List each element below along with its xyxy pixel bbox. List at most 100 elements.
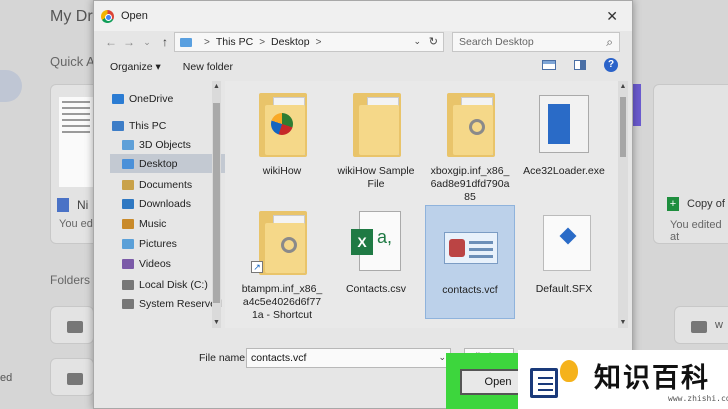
file-item[interactable]: wikiHow [237,87,327,201]
contact-card-icon [426,210,514,280]
file-item-label: Contacts.csv [345,283,407,295]
scrollbar-thumb[interactable] [620,97,626,157]
watermark-text: 知识百科 [594,363,710,394]
quick-access-heading: Quick A [50,54,95,69]
file-name-input[interactable]: contacts.vcf ⌄ [246,348,451,368]
folder-icon [331,91,421,161]
sidebar-item-label: Downloads [139,197,191,210]
change-view-icon[interactable] [542,60,556,70]
sidebar-item-pictures[interactable]: Pictures [110,234,226,253]
breadcrumb-separator: > [259,36,266,48]
sidebar-item-this-pc[interactable]: This PC [110,116,226,135]
file-list: wikiHow wikiHow Sample File xboxgip.inf_x8… [225,81,621,328]
organize-menu[interactable]: Organize ▾ [110,61,161,73]
scrollbar-thumb[interactable] [213,103,220,303]
folder-tile[interactable] [50,358,94,396]
recent-locations-icon[interactable]: ⌄ [138,37,156,48]
file-item-label: wikiHow [262,165,302,177]
watermark: 知识百科 www.zhishi.com [518,350,728,409]
sidebar-item-label: Pictures [139,237,177,250]
new-folder-button[interactable]: New folder [183,61,233,73]
breadcrumb-this-pc[interactable]: This PC [216,36,253,48]
gear-icon [281,237,297,253]
sidebar-item-downloads[interactable]: Downloads [110,194,226,213]
sidebar-item-desktop[interactable]: Desktop [110,154,226,173]
file-item[interactable]: Ace32Loader.exe [519,87,609,201]
book-icon [530,368,558,398]
cloud-icon [112,93,124,104]
file-item-label: contacts.vcf [442,284,498,296]
shortcut-arrow-icon: ↗ [251,261,263,273]
videos-folder-icon [122,258,134,269]
sidebar-item-label: System Reserved [139,297,222,310]
sidebar-item-onedrive[interactable]: OneDrive [110,89,226,108]
chevron-down-icon[interactable]: ⌄ [413,36,421,47]
sidebar-item-label: This PC [129,119,167,132]
card-right-meta: You edited at [670,219,722,243]
file-item[interactable]: ↗ btampm.inf_x86_a4c5e4026d6f771a - Short… [237,205,327,321]
sidebar-item-label: Videos [139,257,171,270]
dialog-titlebar: Open ✕ [94,1,632,31]
breadcrumb-separator: > [204,36,210,48]
wikihow-logo-icon [271,113,293,135]
file-item[interactable]: wikiHow Sample File [331,87,421,201]
scroll-up-icon[interactable]: ▲ [618,83,628,90]
disk-icon [122,298,134,309]
file-item[interactable]: Xa, Contacts.csv [331,205,421,319]
file-list-scrollbar[interactable]: ▲ ▼ [618,81,628,328]
sidebar-item-local-disk-c[interactable]: Local Disk (C:) [110,275,226,294]
help-icon[interactable]: ? [604,58,618,72]
sidebar-item-documents[interactable]: Documents [110,175,226,194]
file-item[interactable]: Default.SFX [519,205,609,319]
breadcrumb-desktop[interactable]: Desktop [271,36,310,48]
scroll-up-icon[interactable]: ▲ [212,83,221,90]
folder-tile[interactable]: w [674,306,728,344]
sidebar-item-label: OneDrive [129,92,174,105]
preview-pane-icon[interactable] [574,60,586,70]
folder-icon [237,91,327,161]
card-right-title: + Copy of [667,197,725,211]
chevron-down-icon[interactable]: ⌄ [438,352,446,363]
chrome-icon [101,9,114,23]
sidebar-item-label: Documents [139,178,193,191]
sidebar-item-label: Local Disk (C:) [139,278,208,291]
gear-icon [469,119,485,135]
back-arrow-icon[interactable]: ← [102,35,120,49]
sidebar-item-3d-objects[interactable]: 3D Objects [110,135,226,154]
sidebar-item-system-reserved[interactable]: System Reserved [110,294,226,313]
folders-heading: Folders [50,273,91,287]
navigation-pane-scrollbar[interactable]: ▲ ▼ [212,81,221,328]
excel-csv-icon: Xa, [331,209,421,279]
file-item-label: btampm.inf_x86_a4c5e4026d6f771a - Shortc… [241,283,323,321]
new-button-partial [0,70,22,102]
scroll-down-icon[interactable]: ▼ [618,319,628,326]
doc-thumbnail [59,97,93,187]
folder-label-partial: w [715,319,723,331]
navigation-pane: OneDrive This PC 3D Objects Desktop Document… [110,81,226,328]
up-arrow-icon[interactable]: ↑ [156,35,174,49]
address-bar[interactable]: > This PC > Desktop > ⌄ ↻ [174,32,444,52]
file-item-label: Default.SFX [535,283,593,295]
close-button[interactable]: ✕ [606,8,618,25]
file-item[interactable]: contacts.vcf [425,205,515,319]
refresh-icon[interactable]: ↻ [429,35,438,48]
file-item-label: Ace32Loader.exe [523,165,605,177]
sidebar-item-label: Music [139,217,167,230]
scroll-down-icon[interactable]: ▼ [212,319,221,326]
folder-label-partial: ed [0,372,13,384]
shared-folder-icon [67,321,83,333]
file-item-label: wikiHow Sample File [337,165,415,190]
search-input[interactable]: Search Desktop ⌕ [452,32,620,52]
lightbulb-icon [560,360,578,382]
folder-icon [180,37,192,47]
downloads-folder-icon [122,198,134,209]
google-sheets-icon: + [667,197,679,211]
dialog-title: Open [121,10,148,22]
forward-arrow-icon[interactable]: → [120,35,138,49]
sidebar-item-videos[interactable]: Videos [110,254,226,273]
file-item[interactable]: xboxgip.inf_x86_6ad8e91dfd790a85 [425,87,515,203]
sidebar-item-music[interactable]: Music [110,214,226,233]
folder-icon [67,373,83,385]
folder-tile[interactable] [50,306,94,344]
drive-page-title: My Dri [50,8,97,25]
